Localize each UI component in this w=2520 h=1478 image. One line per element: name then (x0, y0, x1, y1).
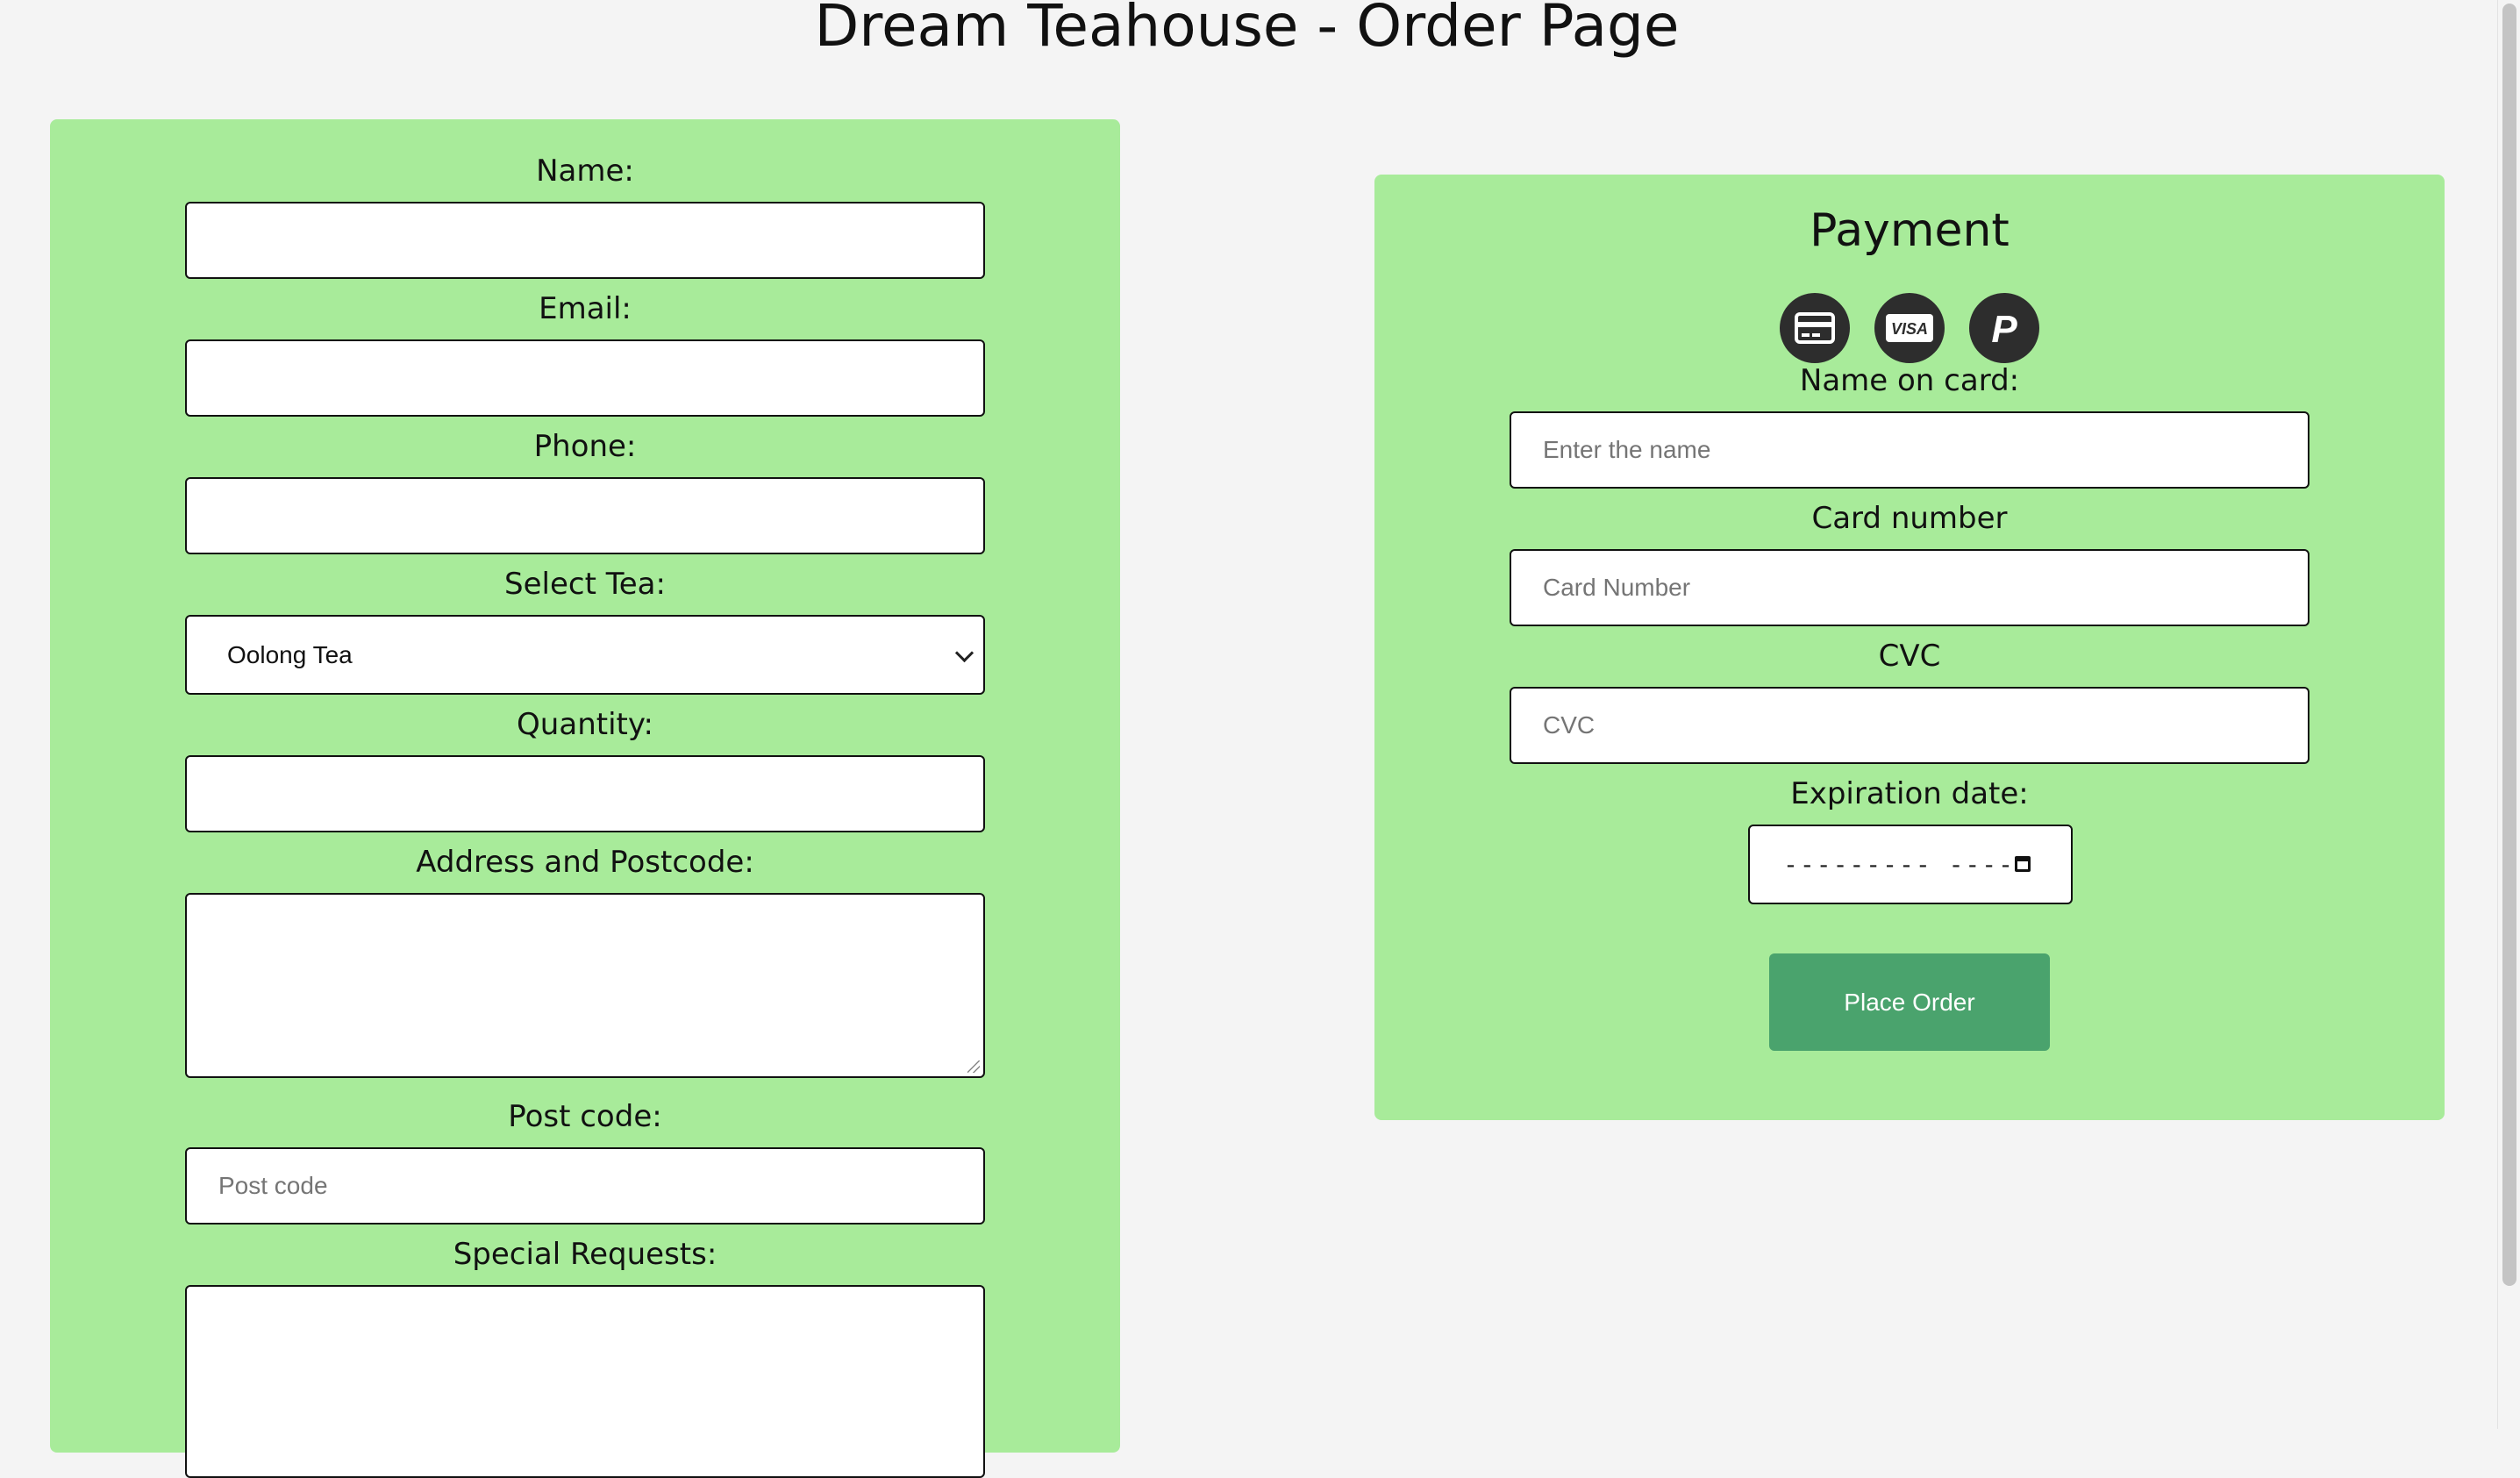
name-on-card-input[interactable]: Enter the name (1510, 411, 2309, 489)
phone-input[interactable] (185, 477, 985, 554)
resize-handle-icon[interactable] (967, 1060, 980, 1073)
credit-card-icon[interactable] (1780, 293, 1850, 363)
special-requests-textarea[interactable] (185, 1285, 985, 1478)
postcode-placeholder: Post code (218, 1172, 328, 1199)
name-on-card-label: Name on card: (1799, 363, 2020, 398)
phone-label: Phone: (533, 429, 637, 464)
card-number-input[interactable]: Card Number (1510, 549, 2309, 626)
expiration-date-input[interactable]: --------- ---- (1748, 825, 2073, 904)
paypal-icon[interactable]: P (1969, 293, 2039, 363)
paypal-icon-text: P (1991, 308, 2017, 349)
quantity-label: Quantity: (517, 707, 653, 742)
cvc-label: CVC (1878, 639, 1941, 674)
scrollbar-thumb[interactable] (2502, 4, 2516, 1286)
expiration-date-value: --------- ---- (1783, 850, 2016, 879)
email-input[interactable] (185, 339, 985, 417)
postcode-label: Post code: (508, 1099, 662, 1134)
payment-title: Payment (1810, 204, 2010, 257)
name-on-card-placeholder: Enter the name (1543, 436, 1711, 463)
special-requests-label: Special Requests: (453, 1237, 717, 1272)
cvc-placeholder: CVC (1543, 711, 1596, 739)
tea-select[interactable]: Oolong Tea (185, 615, 985, 695)
card-number-label: Card number (1811, 501, 2008, 536)
postcode-input[interactable]: Post code (185, 1147, 985, 1225)
address-label: Address and Postcode: (416, 845, 754, 880)
quantity-input[interactable] (185, 755, 985, 832)
order-form-panel: Name: Email: Phone: Select Tea: Oolong T… (50, 119, 1120, 1478)
visa-icon-text: VISA (1891, 320, 1928, 338)
visa-icon[interactable]: VISA (1874, 293, 1945, 363)
cvc-input[interactable]: CVC (1510, 687, 2309, 764)
payment-panel: Payment VISA P Name on card: Enter the n… (1374, 175, 2445, 1120)
calendar-icon[interactable] (2015, 856, 2031, 872)
chevron-down-icon (954, 643, 974, 662)
page-scrollbar[interactable] (2497, 0, 2520, 1429)
card-number-placeholder: Card Number (1543, 574, 1691, 601)
tea-select-value: Oolong Tea (227, 640, 353, 668)
tea-select-label: Select Tea: (504, 567, 666, 602)
name-input[interactable] (185, 202, 985, 279)
name-label: Name: (536, 154, 634, 189)
expiration-date-label: Expiration date: (1790, 776, 2029, 811)
place-order-button[interactable]: Place Order (1769, 953, 2050, 1051)
address-textarea[interactable] (185, 893, 985, 1078)
page-title: Dream Teahouse - Order Page (814, 0, 1680, 60)
email-label: Email: (539, 291, 632, 326)
